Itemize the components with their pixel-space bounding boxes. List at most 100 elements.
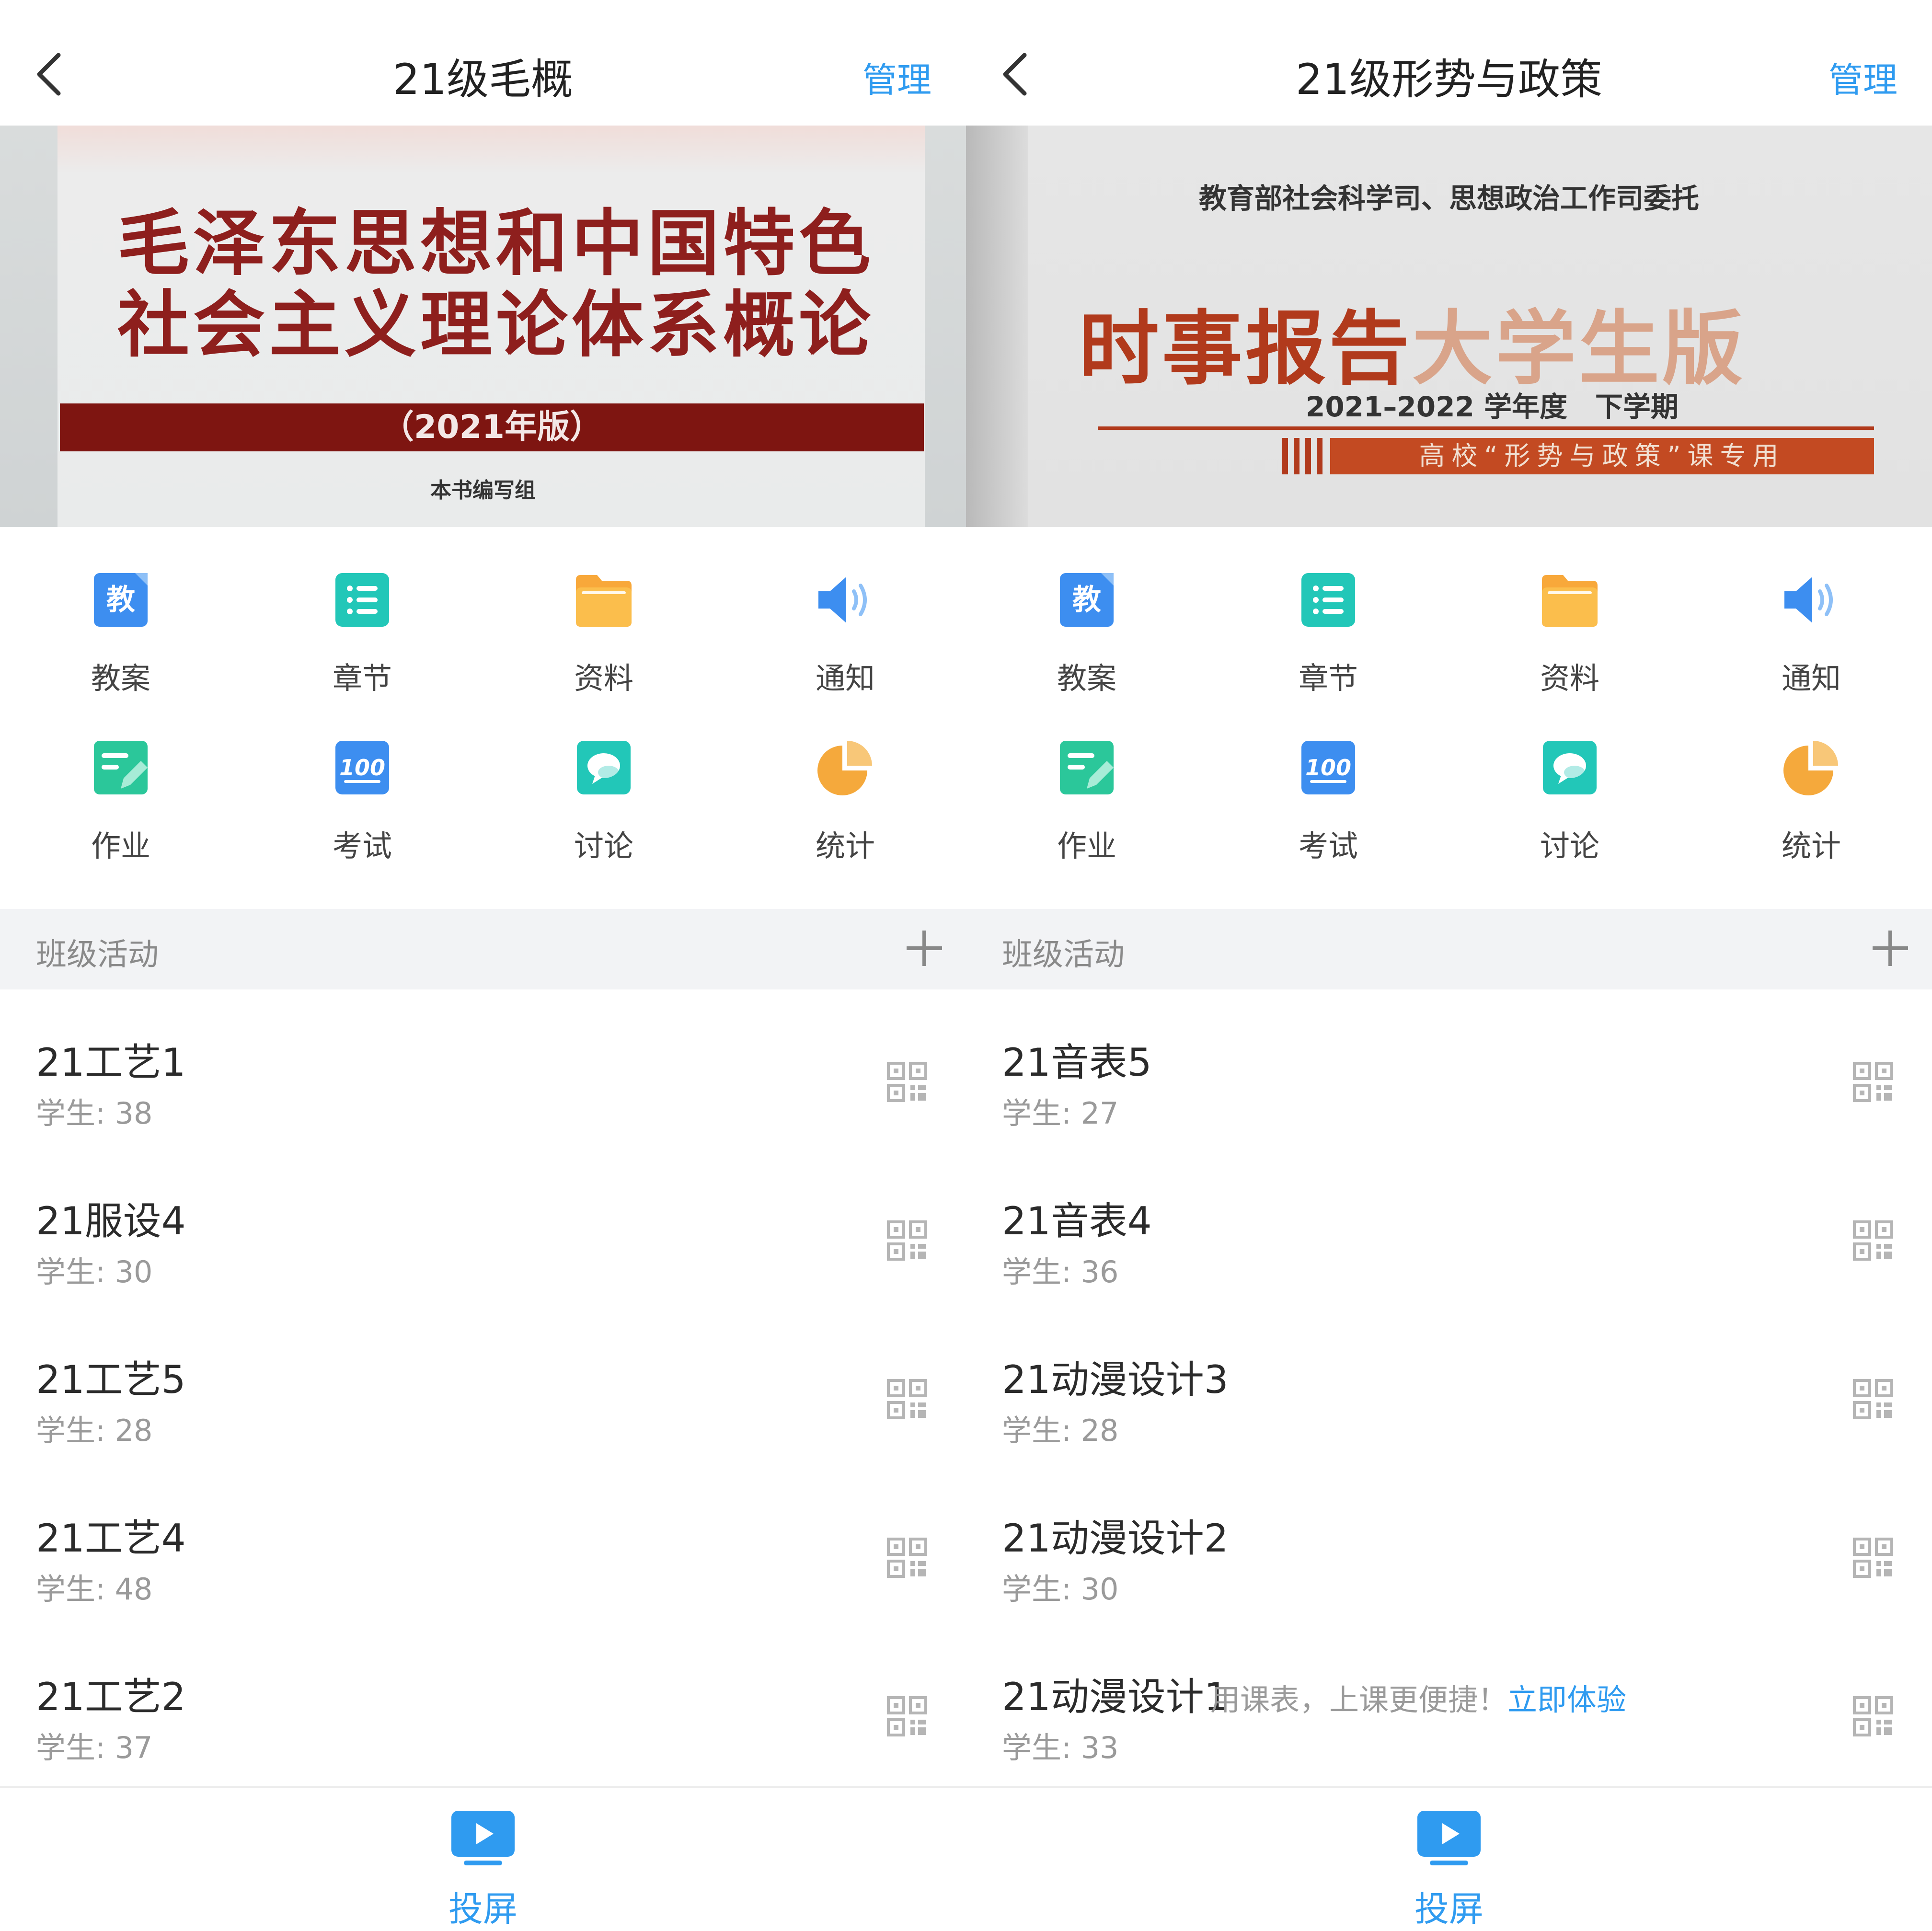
- feature-label: 章节: [1298, 661, 1358, 696]
- pie-chart-icon: [817, 741, 872, 795]
- class-name: 21工艺4: [36, 1516, 186, 1561]
- feature-statistics[interactable]: 统计: [724, 695, 966, 863]
- bottom-bar: 投屏: [966, 1786, 1932, 1931]
- class-row[interactable]: 21动漫设计3 学生: 28: [966, 1307, 1932, 1465]
- feature-label: 教案: [1057, 661, 1116, 696]
- cover-author: 本书编写组: [430, 478, 536, 503]
- class-row[interactable]: 21音表5 学生: 27: [966, 989, 1932, 1148]
- nav-header: 21级形势与政策 管理: [966, 0, 1932, 125]
- class-list: 21音表5 学生: 27 21音表4 学生: 36 21动漫设计3 学生: 28…: [966, 989, 1932, 1782]
- student-count: 学生: 36: [1002, 1254, 1119, 1289]
- lesson-plan-icon: 教: [94, 573, 148, 627]
- feature-lesson-plan[interactable]: 教 教案: [0, 527, 242, 696]
- feature-label: 章节: [332, 661, 392, 696]
- try-now-link[interactable]: 立即体验: [1507, 1682, 1626, 1717]
- class-row[interactable]: 21工艺5 学生: 28: [0, 1307, 966, 1465]
- cover-title-part-a: 时事报告: [1079, 301, 1412, 396]
- qr-code-icon[interactable]: [1852, 1379, 1894, 1420]
- page-title: 21级毛概: [393, 55, 573, 104]
- speaker-icon: [818, 577, 867, 623]
- qr-code-icon[interactable]: [886, 1061, 928, 1103]
- class-row[interactable]: 21动漫设计1 用课表，上课更便捷！立即体验 学生: 33: [966, 1624, 1932, 1782]
- svg-text:教: 教: [1072, 583, 1101, 617]
- course-cover-image: 毛泽东思想和中国特色 社会主义理论体系概论 （2021年版） 本书编写组: [0, 126, 966, 527]
- screen-cast-button[interactable]: 投屏: [966, 1809, 1932, 1929]
- cover-main-title: 时事报告大学生版: [1079, 284, 1746, 400]
- class-activity-header: 班级活动: [966, 909, 1932, 989]
- svg-text:教: 教: [106, 583, 135, 617]
- screen-cast-button[interactable]: 投屏: [0, 1809, 966, 1929]
- feature-notice[interactable]: 通知: [724, 527, 966, 696]
- feature-chapters[interactable]: 章节: [242, 527, 483, 696]
- lesson-plan-icon: 教: [1060, 573, 1114, 627]
- class-row[interactable]: 21工艺1 学生: 38: [0, 989, 966, 1148]
- feature-exam[interactable]: 100 考试: [242, 695, 483, 863]
- class-name: 21工艺5: [36, 1357, 186, 1402]
- manage-button[interactable]: 管理: [1828, 52, 1898, 102]
- feature-homework[interactable]: 作业: [0, 695, 242, 863]
- class-list: 21工艺1 学生: 38 21服设4 学生: 30 21工艺5 学生: 28 2…: [0, 989, 966, 1782]
- student-count: 学生: 28: [1002, 1413, 1119, 1448]
- class-activity-header: 班级活动: [0, 909, 966, 989]
- promo-text: 用课表，上课更便捷！: [1210, 1682, 1508, 1717]
- feature-notice[interactable]: 通知: [1690, 527, 1932, 696]
- class-row[interactable]: 21工艺4 学生: 48: [0, 1465, 966, 1624]
- course-panel-situation-policy: 21级形势与政策 管理 教育部社会科学司、思想政治工作司委托 时事报告大学生版 …: [966, 0, 1932, 1931]
- feature-materials[interactable]: 资料: [483, 527, 724, 696]
- section-title: 班级活动: [1002, 937, 1125, 973]
- student-count: 学生: 30: [36, 1254, 153, 1289]
- homework-icon: [1060, 741, 1114, 794]
- class-name: 21服设4: [36, 1199, 186, 1243]
- qr-code-icon[interactable]: [886, 1696, 928, 1737]
- feature-label: 考试: [332, 828, 392, 863]
- cover-edition: （2021年版）: [381, 408, 603, 446]
- cover-year: 2021–2022 学年度 下学期: [1305, 391, 1679, 423]
- course-panel-maogai: 21级毛概 管理 毛泽东思想和中国特色 社会主义理论体系概论 （2021年版） …: [0, 0, 966, 1931]
- cover-tag: 高校“形势与政策”课专用: [1330, 438, 1874, 474]
- cover-title-line-2: 社会主义理论体系概论: [117, 283, 874, 367]
- nav-header: 21级毛概 管理: [0, 0, 966, 125]
- feature-label: 资料: [574, 661, 633, 696]
- feature-chapters[interactable]: 章节: [1208, 527, 1449, 696]
- exam-100-icon: 100: [335, 741, 389, 794]
- discussion-icon: [1543, 741, 1597, 794]
- class-name: 21动漫设计2: [1002, 1516, 1229, 1561]
- qr-code-icon[interactable]: [1852, 1061, 1894, 1103]
- feature-label: 讨论: [1540, 828, 1599, 863]
- feature-label: 讨论: [574, 828, 633, 863]
- feature-label: 资料: [1540, 661, 1599, 696]
- class-row[interactable]: 21动漫设计2 学生: 30: [966, 1465, 1932, 1624]
- feature-materials[interactable]: 资料: [1449, 527, 1690, 696]
- folder-icon: [576, 575, 632, 627]
- qr-code-icon[interactable]: [886, 1220, 928, 1261]
- screen-cast-label: 投屏: [448, 1889, 518, 1929]
- screen-cast-label: 投屏: [1414, 1889, 1484, 1929]
- plus-icon[interactable]: [903, 927, 946, 970]
- feature-lesson-plan[interactable]: 教 教案: [966, 527, 1208, 696]
- exam-100-icon: 100: [1301, 741, 1355, 794]
- manage-button[interactable]: 管理: [862, 52, 932, 102]
- plus-icon[interactable]: [1869, 927, 1912, 970]
- qr-code-icon[interactable]: [886, 1537, 928, 1578]
- feature-statistics[interactable]: 统计: [1690, 695, 1932, 863]
- feature-label: 通知: [815, 661, 875, 696]
- feature-discussion[interactable]: 讨论: [1449, 695, 1690, 863]
- qr-code-icon[interactable]: [1852, 1537, 1894, 1578]
- feature-discussion[interactable]: 讨论: [483, 695, 724, 863]
- feature-label: 作业: [91, 828, 150, 863]
- qr-code-icon[interactable]: [1852, 1220, 1894, 1261]
- cover-title-part-b: 大学生版: [1412, 301, 1746, 396]
- class-row[interactable]: 21音表4 学生: 36: [966, 1148, 1932, 1307]
- class-name: 21动漫设计1: [1002, 1675, 1229, 1719]
- class-name: 21音表5: [1002, 1040, 1152, 1085]
- feature-exam[interactable]: 100 考试: [1208, 695, 1449, 863]
- class-row[interactable]: 21服设4 学生: 30: [0, 1148, 966, 1307]
- cover-rule: [1098, 426, 1874, 430]
- class-row[interactable]: 21工艺2 学生: 37: [0, 1624, 966, 1782]
- timetable-promo: 用课表，上课更便捷！立即体验: [1210, 1676, 1626, 1719]
- qr-code-icon[interactable]: [1852, 1696, 1894, 1737]
- qr-code-icon[interactable]: [886, 1379, 928, 1420]
- feature-homework[interactable]: 作业: [966, 695, 1208, 863]
- feature-grid: 教 教案 章节 资料 通知 作业 100 考试 讨论 统计: [0, 527, 966, 908]
- student-count: 学生: 37: [36, 1730, 153, 1765]
